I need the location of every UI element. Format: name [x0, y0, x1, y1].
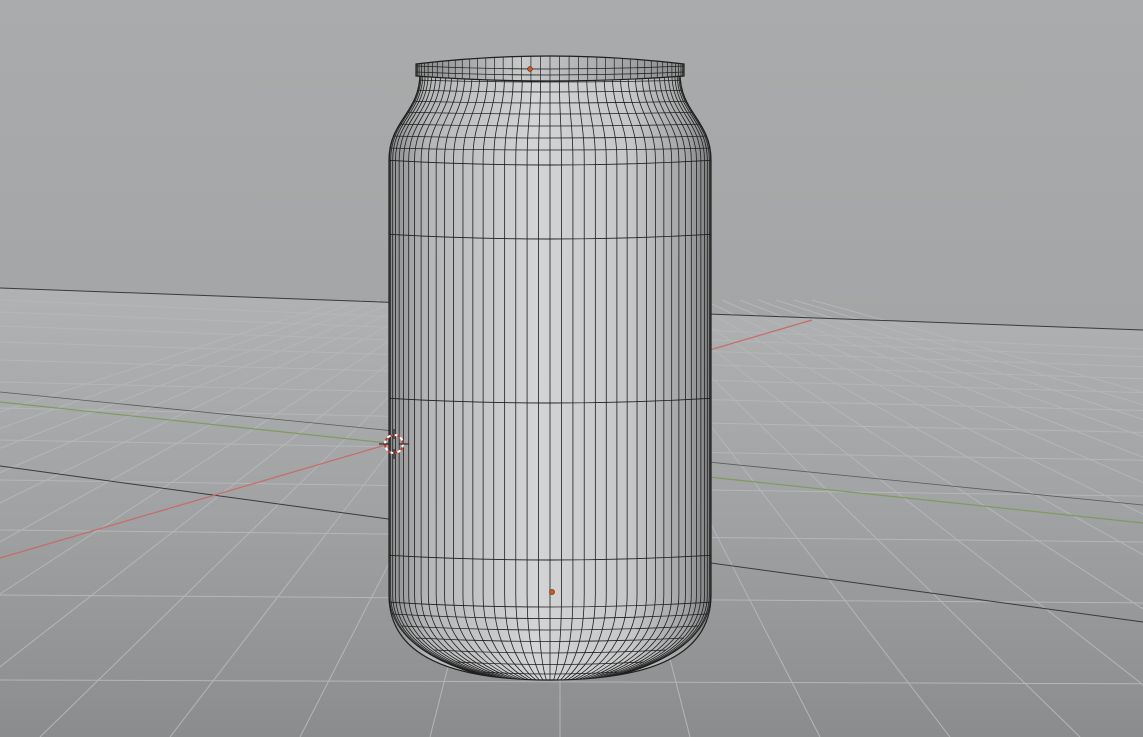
can-mesh[interactable] [384, 55, 716, 684]
object-origin-dot[interactable] [549, 589, 555, 595]
viewport-canvas[interactable] [0, 0, 1143, 737]
3d-viewport[interactable] [0, 0, 1143, 737]
top-vertex-dot[interactable] [527, 66, 533, 72]
